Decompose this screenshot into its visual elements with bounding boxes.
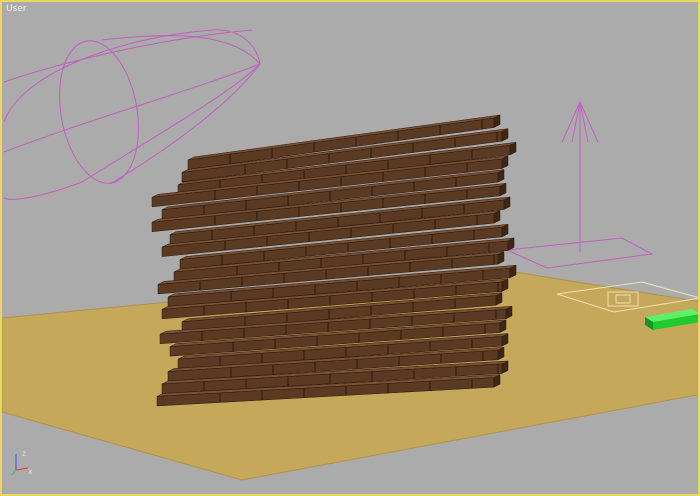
scene-canvas[interactable]: z x bbox=[2, 2, 700, 496]
light-helper[interactable] bbox=[505, 100, 654, 269]
axis-z-label: z bbox=[22, 449, 26, 458]
wall-icon[interactable] bbox=[151, 114, 517, 407]
axis-tripod: z x bbox=[11, 449, 33, 476]
axis-x-label: x bbox=[28, 467, 33, 476]
user-viewport[interactable]: User z x bbox=[0, 0, 700, 496]
